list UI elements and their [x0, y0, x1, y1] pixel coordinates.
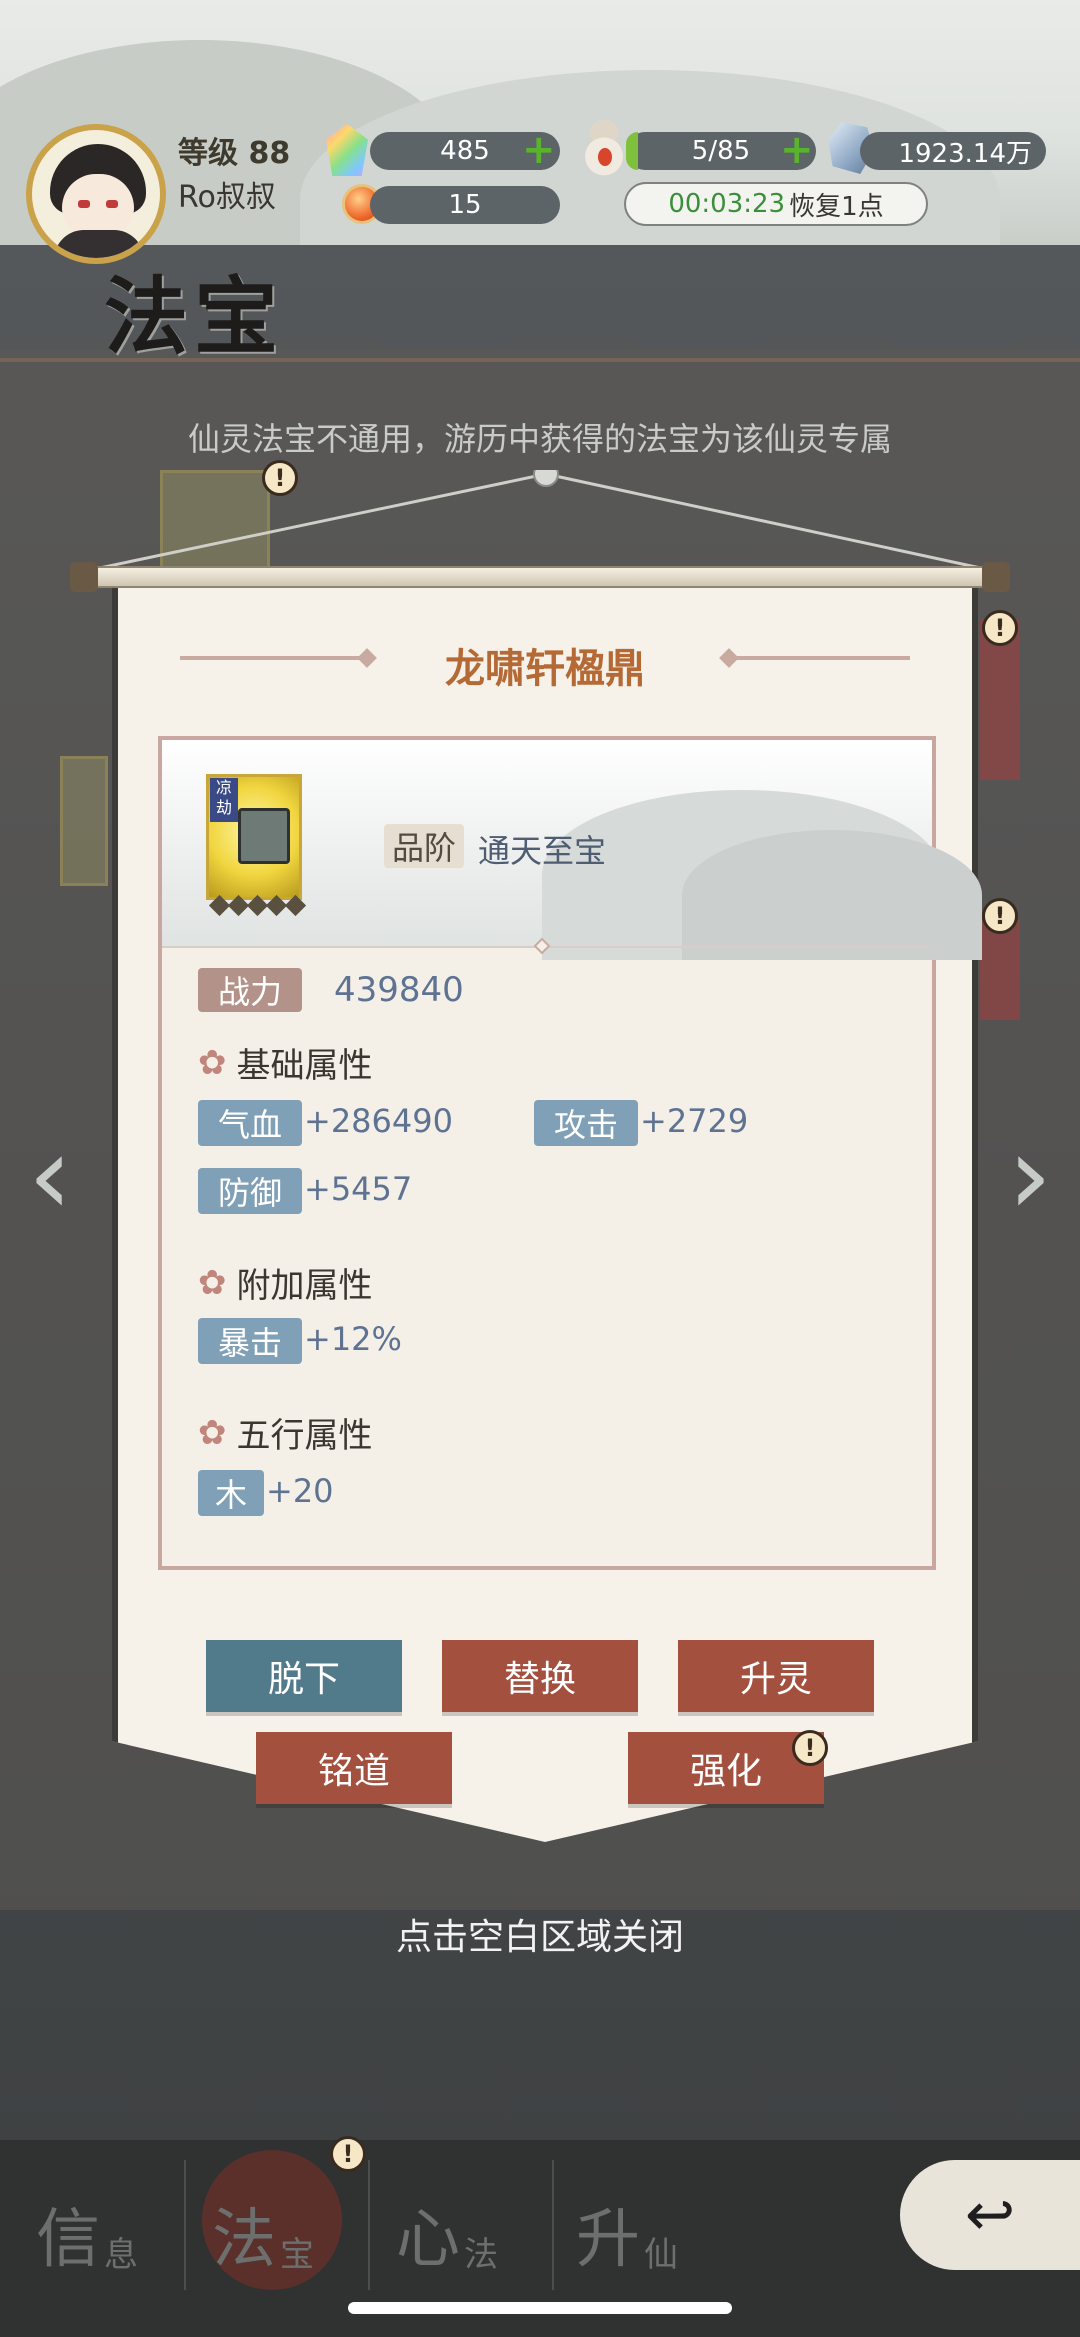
- avatar-eye: [78, 200, 90, 208]
- star-icon: [284, 894, 307, 917]
- remove-button[interactable]: 脱下: [206, 1640, 402, 1712]
- title-ornament: [730, 656, 910, 660]
- tab-heart-method[interactable]: 心 法: [396, 2170, 498, 2280]
- peach-counter: 15: [370, 186, 560, 224]
- element-attributes-heading: ✿ 五行属性: [198, 1408, 373, 1457]
- level-value: 88: [248, 136, 291, 171]
- stamina-value: 5/85: [691, 136, 751, 166]
- section-title: 附加属性: [236, 1266, 373, 1306]
- alert-badge-icon: !: [792, 1730, 828, 1766]
- cauldron-icon: [238, 808, 290, 864]
- gourd-icon: [584, 120, 624, 176]
- tab-label: 息: [104, 2235, 138, 2275]
- stamina-timer: 00:03:23 恢复1点: [624, 182, 928, 226]
- ascend-button[interactable]: 升灵: [678, 1640, 874, 1712]
- alert-badge-icon: !: [330, 2136, 366, 2172]
- player-avatar[interactable]: [26, 124, 166, 264]
- peach-value: 15: [448, 190, 482, 220]
- close-hint[interactable]: 点击空白区域关闭: [0, 1908, 1080, 1960]
- tab-label: 升: [576, 2203, 640, 2277]
- home-indicator[interactable]: [348, 2302, 732, 2314]
- inscribe-button[interactable]: 铭道: [256, 1732, 452, 1804]
- level-label: 等级: [178, 136, 238, 171]
- add-stamina-button[interactable]: +: [780, 130, 814, 170]
- tab-label: 法: [212, 2203, 276, 2277]
- add-gem-button[interactable]: +: [522, 130, 556, 170]
- page-title: 法宝: [104, 267, 285, 366]
- gem-value: 485: [440, 136, 490, 166]
- scroll-rod-cap: [70, 562, 98, 592]
- hp-value: +286490: [304, 1102, 453, 1140]
- treasure-name: 龙啸轩楹鼎: [445, 646, 645, 692]
- notice-text: 仙灵法宝不通用，游历中获得的法宝为该仙灵专属: [187, 420, 892, 458]
- tab-divider: [184, 2160, 186, 2290]
- title-divider: [0, 358, 1080, 362]
- flower-icon: ✿: [198, 1042, 227, 1083]
- defense-value: +5457: [304, 1170, 413, 1208]
- wood-label: 木: [198, 1470, 264, 1516]
- section-title: 五行属性: [236, 1416, 373, 1456]
- tab-info[interactable]: 信 息: [36, 2170, 138, 2280]
- scroll-rod-cap: [982, 562, 1010, 592]
- timer-value: 00:03:23: [668, 189, 786, 219]
- coin-value: 1923.14万: [898, 138, 1032, 169]
- tab-ascend[interactable]: 升 仙: [576, 2170, 678, 2280]
- mountain-decoration: [682, 830, 982, 960]
- wood-value: +20: [266, 1472, 334, 1510]
- crit-label: 暴击: [198, 1318, 302, 1364]
- back-button[interactable]: ↩: [900, 2160, 1080, 2270]
- treasure-slot[interactable]: [980, 920, 1020, 1020]
- avatar-eye: [106, 200, 118, 208]
- tab-divider: [552, 2160, 554, 2290]
- treasure-tag: 凉劫: [210, 778, 238, 822]
- grade-label: 品阶: [384, 824, 465, 868]
- grade-value: 通天至宝: [478, 832, 607, 870]
- tab-label: 心: [396, 2203, 460, 2277]
- base-attributes-heading: ✿ 基础属性: [198, 1038, 373, 1087]
- treasure-slot[interactable]: [60, 756, 108, 886]
- replace-button[interactable]: 替换: [442, 1640, 638, 1712]
- tab-label: 仙: [644, 2235, 678, 2275]
- tab-treasure[interactable]: 法 宝: [212, 2170, 314, 2280]
- tab-label: 宝: [280, 2235, 314, 2275]
- power-label: 战力: [198, 968, 302, 1012]
- defense-label: 防御: [198, 1168, 302, 1214]
- flower-icon: ✿: [198, 1262, 227, 1303]
- coin-counter: 1923.14万: [860, 132, 1046, 170]
- next-arrow-icon[interactable]: ›: [1000, 1120, 1060, 1230]
- previous-arrow-icon[interactable]: ‹: [20, 1120, 80, 1230]
- hp-label: 气血: [198, 1100, 302, 1146]
- attack-value: +2729: [640, 1102, 749, 1140]
- avatar-face: [62, 174, 134, 236]
- tab-label: 信: [36, 2203, 100, 2277]
- alert-badge-icon: !: [982, 898, 1018, 934]
- tab-divider: [368, 2160, 370, 2290]
- flower-icon: ✿: [198, 1412, 227, 1453]
- player-name: Ro叔叔: [178, 180, 276, 215]
- crit-value: +12%: [304, 1320, 402, 1358]
- stamina-bar-fill: [626, 132, 638, 170]
- player-level: 等级 88: [178, 128, 290, 172]
- section-title: 基础属性: [236, 1046, 373, 1086]
- extra-attributes-heading: ✿ 附加属性: [198, 1258, 373, 1307]
- recover-label: 恢复1点: [789, 191, 884, 222]
- treasure-stars: [208, 894, 308, 917]
- alert-badge-icon: !: [982, 610, 1018, 646]
- tab-label: 法: [464, 2235, 498, 2275]
- attack-label: 攻击: [534, 1100, 638, 1146]
- back-arrow-icon: ↩: [964, 2180, 1016, 2250]
- scroll-rod: [72, 566, 1008, 588]
- power-value: 439840: [334, 970, 464, 1010]
